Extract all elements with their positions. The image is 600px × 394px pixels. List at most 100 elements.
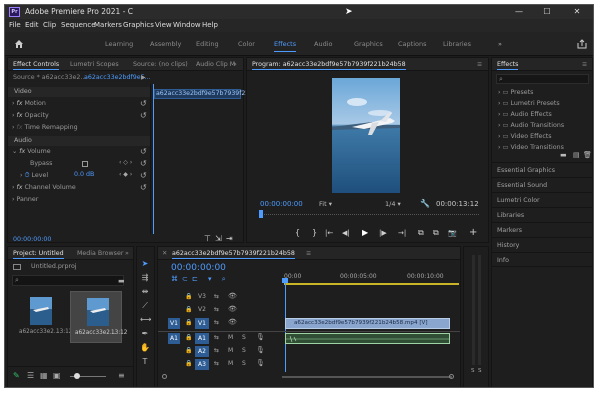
maximize-icon[interactable]: ☐ xyxy=(533,5,561,19)
icon-view-icon[interactable]: ▦ xyxy=(40,371,48,380)
solo-button[interactable]: S xyxy=(242,347,246,354)
tab-project[interactable]: Project: Untitled xyxy=(13,247,64,260)
lock-icon[interactable]: 🔒 xyxy=(185,293,192,300)
scroll-track[interactable] xyxy=(282,376,452,378)
timeline-timecode[interactable]: 00:00:00:00 xyxy=(171,263,226,273)
sync-icon[interactable]: ⇆ xyxy=(214,360,219,367)
workspace-more-icon[interactable]: » xyxy=(498,32,502,56)
mark-in-icon[interactable]: { xyxy=(295,227,300,239)
video-clip[interactable]: a62acc33e2bdf9e57b7939f221b24b58.mp4 [V] xyxy=(285,318,450,329)
track-a2-label[interactable]: A2 xyxy=(195,346,209,357)
tab-program[interactable]: Program: a62acc33e2bdf9e57b7939f221b24b5… xyxy=(252,58,406,71)
section-lumetri-color[interactable]: Lumetri Color xyxy=(492,192,592,207)
track-a3-label[interactable]: A3 xyxy=(195,359,209,370)
timeline-menu-icon[interactable]: ≡ xyxy=(306,247,311,260)
section-essential-graphics[interactable]: Essential Graphics xyxy=(492,162,592,177)
lock-icon[interactable]: 🔒 xyxy=(185,319,192,326)
resolution-dropdown[interactable]: 1/4 ▾ xyxy=(385,200,401,208)
minimize-icon[interactable]: — xyxy=(505,5,533,19)
track-a1-label[interactable]: A1 xyxy=(195,333,209,344)
lock-icon[interactable]: 🔒 xyxy=(185,347,192,354)
workspace-effects[interactable]: Effects xyxy=(274,32,297,56)
solo-button[interactable]: S xyxy=(242,360,246,367)
reset-motion-icon[interactable]: ↺ xyxy=(140,99,147,108)
new-item-icon[interactable]: ▤ xyxy=(573,151,580,159)
panel-arrow-icon[interactable]: ⇥ xyxy=(226,234,233,243)
section-info[interactable]: Info xyxy=(492,252,592,267)
lock-icon[interactable]: 🔒 xyxy=(185,360,192,367)
mute-button[interactable]: M xyxy=(228,347,233,354)
go-to-out-icon[interactable]: →| xyxy=(398,227,406,239)
lock-icon[interactable]: 🔒 xyxy=(185,334,192,341)
more-tabs-icon[interactable]: » xyxy=(233,58,237,71)
solo-button[interactable]: S xyxy=(242,334,246,341)
export-icon[interactable]: ⇲ xyxy=(215,234,222,243)
project-more-icon[interactable]: » xyxy=(125,247,129,260)
level-value[interactable]: 0.0 dB xyxy=(74,171,94,178)
motion-row[interactable]: › fx Motion xyxy=(12,99,46,109)
tab-source[interactable]: Source: (no clips) xyxy=(133,58,188,71)
pen-tool-icon[interactable]: ✒ xyxy=(140,329,150,339)
home-icon[interactable] xyxy=(14,39,24,49)
eye-icon[interactable]: 👁 xyxy=(228,292,237,300)
reset-opacity-icon[interactable]: ↺ xyxy=(140,111,147,120)
menu-icon[interactable]: ≡ xyxy=(118,371,125,380)
list-view-icon[interactable]: ☰ xyxy=(27,371,34,380)
menu-edit[interactable]: Edit xyxy=(25,19,39,32)
project-search-input[interactable]: ⌕ xyxy=(12,275,124,286)
sync-icon[interactable]: ⇆ xyxy=(214,293,219,300)
microphone-icon[interactable]: 🎙 xyxy=(256,346,265,354)
reset-bypass-icon[interactable]: ↺ xyxy=(140,159,147,168)
section-history[interactable]: History xyxy=(492,237,592,252)
slip-tool-icon[interactable]: ⟷ xyxy=(140,315,151,325)
step-back-icon[interactable]: ◀| xyxy=(342,227,350,239)
bypass-keyframe-nav[interactable]: ‹ ◇ › xyxy=(119,159,132,166)
new-bin-icon[interactable]: ▬ xyxy=(118,277,125,285)
tab-effect-controls[interactable]: Effect Controls xyxy=(13,58,60,71)
microphone-icon[interactable]: 🎙 xyxy=(256,333,265,341)
effects-search-input[interactable]: ⌕ xyxy=(496,74,589,84)
section-markers[interactable]: Markers xyxy=(492,222,592,237)
effects-menu-icon[interactable]: ≡ xyxy=(582,58,587,71)
menu-view[interactable]: View xyxy=(155,19,172,32)
bypass-checkbox[interactable] xyxy=(82,161,88,167)
scroll-handle-right[interactable] xyxy=(449,374,454,379)
volume-row[interactable]: ⌄ fx Volume xyxy=(12,147,51,157)
sync-icon[interactable]: ⇆ xyxy=(214,334,219,341)
timeline-ruler[interactable]: 00:00 00:00:05:00 00:00:10:00 xyxy=(284,271,459,285)
tab-sequence[interactable]: a62acc33e2bdf9e57b7939f221b24b58 xyxy=(172,247,295,260)
track-v1-label[interactable]: V1 xyxy=(195,318,209,329)
freeform-view-icon[interactable]: ▣ xyxy=(53,371,61,380)
workspace-learning[interactable]: Learning xyxy=(105,32,133,56)
add-button-icon[interactable]: + xyxy=(469,227,477,239)
play-clip-icon[interactable]: ▶ xyxy=(141,74,146,81)
reset-channel-volume-icon[interactable]: ↺ xyxy=(140,183,147,192)
scroll-handle-left[interactable] xyxy=(162,374,167,379)
lock-icon[interactable]: 🔒 xyxy=(185,306,192,313)
project-item-selected[interactable]: a62acc33e2... 13:12 xyxy=(70,291,127,343)
workspace-captions[interactable]: Captions xyxy=(398,32,427,56)
solo-right-button[interactable]: S xyxy=(478,368,482,374)
tab-effects[interactable]: Effects xyxy=(497,58,519,71)
program-scrubber[interactable] xyxy=(259,214,479,220)
workspace-assembly[interactable]: Assembly xyxy=(150,32,181,56)
source-patch-v1[interactable]: V1 xyxy=(168,318,180,329)
tab-lumetri-scopes[interactable]: Lumetri Scopes xyxy=(70,58,119,71)
workspace-editing[interactable]: Editing xyxy=(196,32,219,56)
fit-dropdown[interactable]: Fit ▾ xyxy=(319,200,332,208)
workspace-graphics[interactable]: Graphics xyxy=(354,32,383,56)
workspace-color[interactable]: Color xyxy=(238,32,255,56)
ec-timecode[interactable]: 00:00:00:00 xyxy=(13,236,51,243)
delete-icon[interactable]: 🗑 xyxy=(583,151,592,159)
section-libraries[interactable]: Libraries xyxy=(492,207,592,222)
selection-tool-icon[interactable]: ➤ xyxy=(140,259,150,269)
mute-button[interactable]: M xyxy=(228,360,233,367)
menu-window[interactable]: Window xyxy=(173,19,201,32)
step-forward-icon[interactable]: |▶ xyxy=(379,227,387,239)
reset-volume-icon[interactable]: ↺ xyxy=(140,147,147,156)
sync-icon[interactable]: ⇆ xyxy=(214,347,219,354)
play-icon[interactable]: ▶ xyxy=(362,227,368,239)
folder-video-transitions[interactable]: › ▭ Video Transitions xyxy=(498,141,564,154)
eye-icon[interactable]: 👁 xyxy=(228,318,237,326)
program-timecode[interactable]: 00:00:00:00 xyxy=(260,200,303,208)
